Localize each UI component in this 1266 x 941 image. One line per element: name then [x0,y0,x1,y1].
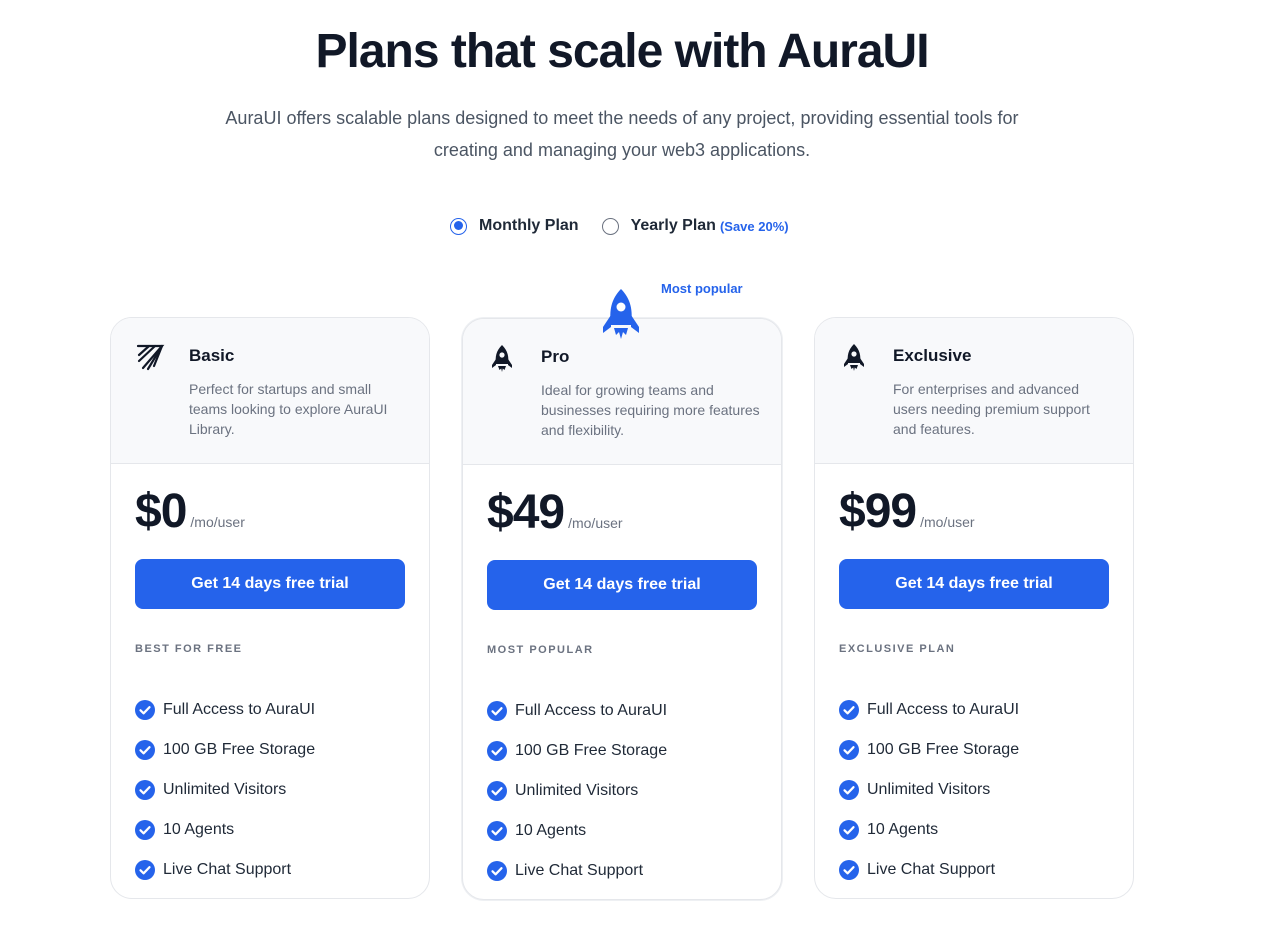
feature-item: Unlimited Visitors [135,770,315,810]
rocket-icon [492,345,512,372]
plan-card-basic: Basic Perfect for startups and small tea… [110,317,430,899]
check-circle-icon [135,820,155,840]
price-unit: /mo/user [190,514,245,530]
page-subtitle: AuraUI offers scalable plans designed to… [225,108,1019,160]
feature-item: 10 Agents [839,810,1019,850]
feature-text: Live Chat Support [867,861,996,878]
feature-text: 10 Agents [867,821,939,838]
billing-toggle: Monthly Plan Yearly Plan (Save 20%) [450,214,789,238]
feature-item: 100 GB Free Storage [839,730,1019,770]
price-row: $99 /mo/user [839,484,975,539]
feature-text: 100 GB Free Storage [867,741,1020,758]
yearly-radio[interactable] [601,217,619,235]
feature-text: Live Chat Support [163,861,292,878]
tier-label: BEST FOR FREE [135,643,243,655]
feature-text: 10 Agents [163,821,235,838]
plan-header: Basic Perfect for startups and small tea… [111,318,429,464]
tier-label: EXCLUSIVE PLAN [839,643,956,655]
price-unit: /mo/user [568,515,623,531]
feature-item: 100 GB Free Storage [487,731,667,771]
plan-header: Exclusive For enterprises and advanced u… [815,318,1133,464]
check-circle-icon [487,701,507,721]
feature-item: Unlimited Visitors [839,770,1019,810]
check-circle-icon [839,860,859,880]
check-circle-icon [839,740,859,760]
feature-item: Unlimited Visitors [487,771,667,811]
free-trial-button[interactable]: Get 14 days free trial [487,560,757,610]
check-circle-icon [487,821,507,841]
yearly-plan-option[interactable]: Yearly Plan (Save 20%) [601,217,789,235]
feature-item: Live Chat Support [487,851,667,891]
check-circle-icon [839,820,859,840]
plan-description: Perfect for startups and small teams loo… [189,381,388,437]
monthly-plan-option[interactable]: Monthly Plan [450,217,579,235]
check-circle-icon [135,780,155,800]
rocket-icon [844,344,864,371]
check-circle-icon [487,861,507,881]
most-popular-tag: Most popular [661,281,743,296]
feature-item: Live Chat Support [135,850,315,890]
price-row: $49 /mo/user [487,485,623,540]
plan-name: Exclusive [893,346,972,365]
check-circle-icon [135,860,155,880]
feature-text: 100 GB Free Storage [515,742,668,759]
feature-text: Full Access to AuraUI [867,701,1020,718]
feature-list: Full Access to AuraUI 100 GB Free Storag… [487,691,667,891]
feature-item: 10 Agents [135,810,315,850]
tier-label: MOST POPULAR [487,644,594,656]
plan-price: $99 [839,485,917,538]
price-unit: /mo/user [920,514,975,530]
check-circle-icon [487,741,507,761]
check-circle-icon [839,700,859,720]
check-circle-icon [839,780,859,800]
plan-card-exclusive: Exclusive For enterprises and advanced u… [814,317,1134,899]
plan-description: For enterprises and advanced users needi… [893,381,1090,437]
check-circle-icon [135,740,155,760]
feature-text: 10 Agents [515,822,587,839]
feature-text: Unlimited Visitors [515,782,639,799]
feature-text: Live Chat Support [515,862,644,879]
plan-price: $49 [487,486,565,539]
rocket-icon [603,289,639,339]
feature-item: Full Access to AuraUI [839,690,1019,730]
feature-text: 100 GB Free Storage [163,741,316,758]
plan-card-pro: Pro Ideal for growing teams and business… [462,318,782,900]
plan-price: $0 [135,485,187,538]
save-badge: (Save 20%) [719,218,789,234]
feature-item: Full Access to AuraUI [135,690,315,730]
check-circle-icon [135,700,155,720]
feature-item: 100 GB Free Storage [135,730,315,770]
feature-item: 10 Agents [487,811,667,851]
feature-item: Live Chat Support [839,850,1019,890]
feature-text: Full Access to AuraUI [515,702,668,719]
plan-name: Pro [541,347,570,366]
price-row: $0 /mo/user [135,484,245,539]
feature-text: Full Access to AuraUI [163,701,316,718]
yearly-plan-label: Yearly Plan [630,217,716,234]
feature-item: Full Access to AuraUI [487,691,667,731]
plan-description: Ideal for growing teams and businesses r… [541,382,760,438]
plan-name: Basic [189,346,235,365]
feature-text: Unlimited Visitors [163,781,287,798]
check-circle-icon [487,781,507,801]
feature-list: Full Access to AuraUI 100 GB Free Storag… [135,690,315,890]
feature-list: Full Access to AuraUI 100 GB Free Storag… [839,690,1019,890]
free-trial-button[interactable]: Get 14 days free trial [839,559,1109,609]
monthly-radio[interactable] [450,217,467,235]
paper-plane-icon [136,344,165,371]
free-trial-button[interactable]: Get 14 days free trial [135,559,405,609]
feature-text: Unlimited Visitors [867,781,991,798]
page-title: Plans that scale with AuraUI [315,25,929,78]
monthly-plan-label: Monthly Plan [479,217,579,234]
